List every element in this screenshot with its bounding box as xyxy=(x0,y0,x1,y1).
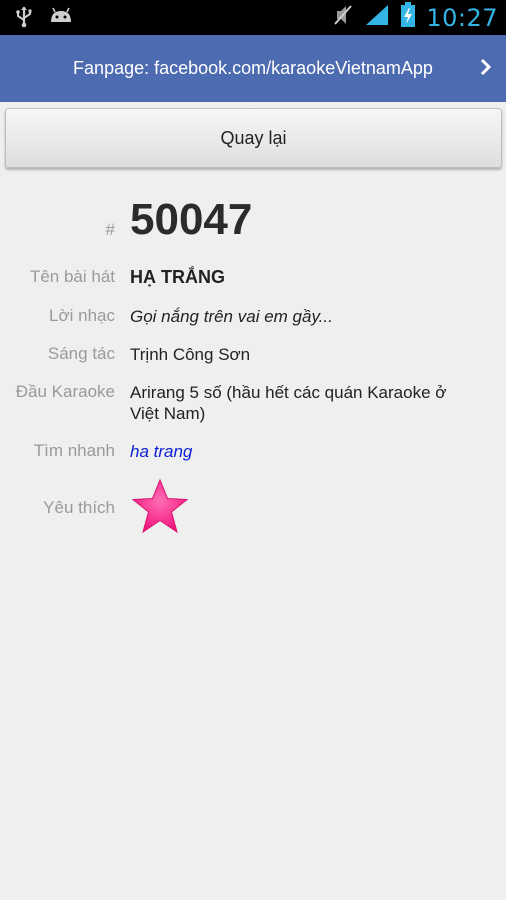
favorite-row: Yêu thích xyxy=(0,478,506,538)
composer-label: Sáng tác xyxy=(47,344,115,363)
quick-search-link[interactable]: ha trang xyxy=(130,441,460,462)
song-lyrics: Gọi nắng trên vai em gầy... xyxy=(130,307,333,326)
back-button[interactable]: Quay lại xyxy=(5,108,502,168)
mute-icon xyxy=(332,3,354,32)
android-debug-icon xyxy=(48,6,74,33)
number-label: # xyxy=(105,220,115,239)
favorite-label: Yêu thích xyxy=(43,498,115,517)
karaoke-label: Đầu Karaoke xyxy=(15,382,115,401)
status-bar: 10:27 xyxy=(0,0,506,35)
fanpage-link[interactable]: Fanpage: facebook.com/karaokeVietnamApp xyxy=(73,58,433,79)
quick-search-row: Tìm nhanh ha trang xyxy=(0,441,506,465)
song-number: 50047 xyxy=(130,195,253,244)
composer-row: Sáng tác Trịnh Công Sơn xyxy=(0,344,506,368)
fanpage-banner[interactable]: Fanpage: facebook.com/karaokeVietnamApp xyxy=(0,35,506,102)
lyrics-row: Lời nhạc Gọi nắng trên vai em gầy... xyxy=(0,306,506,330)
song-title-row: Tên bài hát HẠ TRẮNG xyxy=(0,267,506,291)
signal-icon xyxy=(364,3,390,32)
song-number-row: # 50047 xyxy=(0,196,506,246)
star-icon[interactable] xyxy=(130,478,190,541)
clock: 10:27 xyxy=(426,3,498,32)
usb-icon xyxy=(14,6,34,33)
song-composer: Trịnh Công Sơn xyxy=(130,345,251,364)
chevron-right-icon xyxy=(480,58,492,81)
quick-search-label: Tìm nhanh xyxy=(33,441,115,460)
karaoke-row: Đầu Karaoke Arirang 5 số (hầu hết các qu… xyxy=(0,382,506,426)
battery-charging-icon xyxy=(400,2,416,33)
title-label: Tên bài hát xyxy=(29,267,115,286)
lyrics-label: Lời nhạc xyxy=(49,306,115,325)
karaoke-system: Arirang 5 số (hầu hết các quán Karaoke ở… xyxy=(130,383,447,423)
song-title: HẠ TRẮNG xyxy=(130,267,225,287)
